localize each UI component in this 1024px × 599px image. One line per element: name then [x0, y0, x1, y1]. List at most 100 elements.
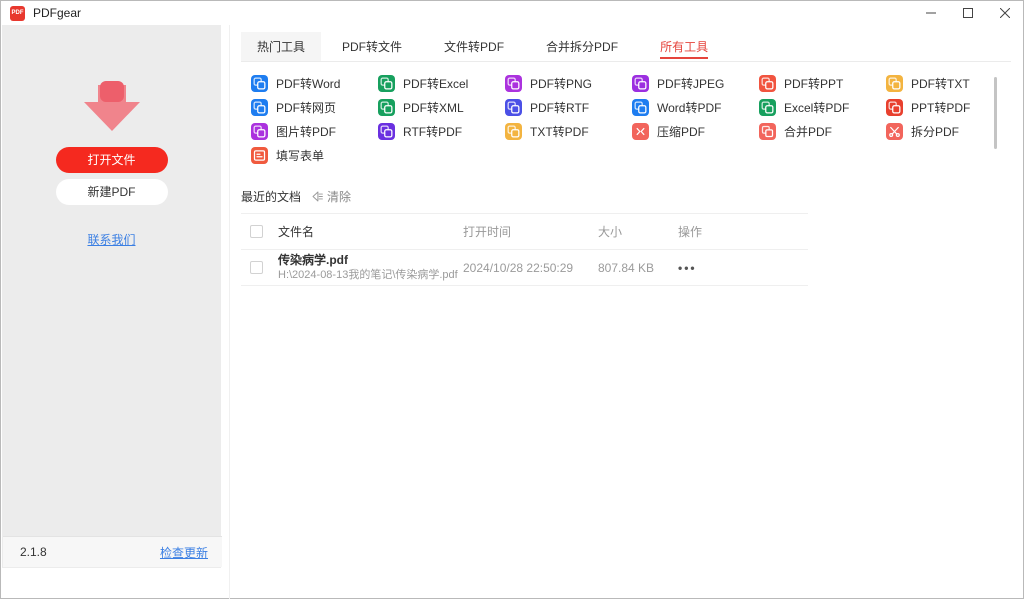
contact-us-link[interactable]: 联系我们 — [2, 231, 221, 248]
table-header-row: 文件名 打开时间 大小 操作 — [241, 214, 808, 250]
check-update-link[interactable]: 检查更新 — [160, 544, 208, 561]
tool-label: RTF转PDF — [403, 123, 462, 140]
app-logo-icon: PDF — [10, 6, 25, 21]
convert-icon — [759, 75, 776, 92]
row-actions-menu[interactable]: ••• — [678, 261, 697, 275]
tool-item-7[interactable]: PDF转网页 — [251, 95, 378, 119]
row-checkbox[interactable] — [250, 261, 263, 274]
select-all-checkbox[interactable] — [250, 225, 263, 238]
tool-label: PDF转网页 — [276, 99, 336, 116]
tool-label: PPT转PDF — [911, 99, 970, 116]
tool-label: PDF转PNG — [530, 75, 592, 92]
convert-icon — [505, 123, 522, 140]
tab-label: 热门工具 — [257, 38, 305, 55]
tool-item-4[interactable]: PDF转JPEG — [632, 71, 759, 95]
tab-4[interactable]: 合并拆分PDF — [525, 32, 639, 61]
tool-label: TXT转PDF — [530, 123, 589, 140]
maximize-button[interactable] — [949, 1, 986, 25]
compress-icon — [632, 123, 649, 140]
tool-item-15[interactable]: TXT转PDF — [505, 119, 632, 143]
recent-docs-table: 文件名 打开时间 大小 操作 传染病学.pdfH:\2024-08-13我的笔记… — [241, 213, 808, 286]
open-file-button[interactable]: 打开文件 — [56, 147, 168, 173]
tab-label: 文件转PDF — [444, 38, 504, 55]
drop-file-arrow-icon — [74, 79, 150, 135]
split-icon — [886, 123, 903, 140]
tool-label: 拆分PDF — [911, 123, 959, 140]
main-content: 热门工具PDF转文件文件转PDF合并拆分PDF所有工具 PDF转WordPDF转… — [241, 32, 1011, 286]
tools-grid: PDF转Word PDF转Excel PDF转PNG PDF转JPEG PDF转PPT P… — [251, 71, 1011, 167]
tool-item-2[interactable]: PDF转Excel — [378, 71, 505, 95]
clear-broom-icon — [311, 190, 324, 203]
tool-item-14[interactable]: RTF转PDF — [378, 119, 505, 143]
sidebar: 打开文件 新建PDF 联系我们 2.1.8 检查更新 — [2, 25, 221, 568]
merge-icon — [759, 123, 776, 140]
tool-item-1[interactable]: PDF转Word — [251, 71, 378, 95]
title-bar: PDF PDFgear — [1, 1, 1023, 25]
tab-label: 所有工具 — [660, 38, 708, 55]
tool-label: PDF转TXT — [911, 75, 970, 92]
convert-icon — [886, 99, 903, 116]
recent-docs-header: 最近的文档 清除 — [241, 188, 1011, 205]
convert-icon — [886, 75, 903, 92]
tool-item-9[interactable]: PDF转RTF — [505, 95, 632, 119]
new-pdf-button[interactable]: 新建PDF — [56, 179, 168, 205]
tool-label: PDF转XML — [403, 99, 464, 116]
app-window: PDF PDFgear 打开文件 新建PDF 联系我们 2.1.8 检查更新 — [0, 0, 1024, 599]
file-size: 807.84 KB — [598, 261, 678, 275]
file-path: H:\2024-08-13我的笔记\传染病学.pdf — [278, 268, 463, 282]
tool-item-8[interactable]: PDF转XML — [378, 95, 505, 119]
convert-icon — [378, 75, 395, 92]
convert-icon — [251, 123, 268, 140]
convert-icon — [251, 75, 268, 92]
clear-label: 清除 — [327, 188, 351, 205]
tool-item-3[interactable]: PDF转PNG — [505, 71, 632, 95]
tool-label: Excel转PDF — [784, 99, 849, 116]
convert-icon — [632, 99, 649, 116]
tool-item-10[interactable]: Word转PDF — [632, 95, 759, 119]
table-body: 传染病学.pdfH:\2024-08-13我的笔记\传染病学.pdf2024/1… — [241, 250, 808, 286]
tool-item-19[interactable]: 填写表单 — [251, 143, 378, 167]
tool-label: Word转PDF — [657, 99, 721, 116]
tool-label: 合并PDF — [784, 123, 832, 140]
tool-item-17[interactable]: 合并PDF — [759, 119, 886, 143]
close-button[interactable] — [986, 1, 1023, 25]
file-cell: 传染病学.pdfH:\2024-08-13我的笔记\传染病学.pdf — [278, 253, 463, 282]
clear-recent-button[interactable]: 清除 — [311, 188, 351, 205]
tool-label: PDF转JPEG — [657, 75, 724, 92]
tool-label: 图片转PDF — [276, 123, 336, 140]
convert-icon — [378, 123, 395, 140]
window-controls — [912, 1, 1023, 25]
tool-label: PDF转PPT — [784, 75, 843, 92]
column-header-opened: 打开时间 — [463, 223, 598, 240]
tool-item-16[interactable]: 压缩PDF — [632, 119, 759, 143]
tool-label: 压缩PDF — [657, 123, 705, 140]
tool-item-13[interactable]: 图片转PDF — [251, 119, 378, 143]
vertical-scrollbar-thumb[interactable] — [994, 77, 997, 149]
tool-label: PDF转RTF — [530, 99, 589, 116]
tab-bar: 热门工具 PDF转文件 文件转PDF 合并拆分PDF 所有工具 — [241, 32, 1011, 62]
convert-icon — [632, 75, 649, 92]
sidebar-footer: 2.1.8 检查更新 — [3, 536, 222, 567]
recent-docs-title: 最近的文档 — [241, 188, 301, 205]
tool-item-5[interactable]: PDF转PPT — [759, 71, 886, 95]
form-icon — [251, 147, 268, 164]
opened-time: 2024/10/28 22:50:29 — [463, 261, 598, 275]
window-title: PDFgear — [33, 6, 81, 20]
sidebar-content-divider — [229, 25, 230, 599]
tool-item-11[interactable]: Excel转PDF — [759, 95, 886, 119]
convert-icon — [378, 99, 395, 116]
tool-label: PDF转Excel — [403, 75, 468, 92]
tab-3[interactable]: 文件转PDF — [423, 32, 525, 61]
file-name: 传染病学.pdf — [278, 253, 463, 268]
tab-label: PDF转文件 — [342, 38, 402, 55]
column-header-size: 大小 — [598, 223, 678, 240]
tab-2[interactable]: PDF转文件 — [321, 32, 423, 61]
minimize-button[interactable] — [912, 1, 949, 25]
column-header-actions: 操作 — [678, 223, 748, 240]
tool-label: PDF转Word — [276, 75, 340, 92]
tab-5[interactable]: 所有工具 — [639, 32, 729, 61]
tab-1[interactable]: 热门工具 — [241, 32, 321, 61]
column-header-filename: 文件名 — [278, 223, 463, 240]
table-row[interactable]: 传染病学.pdfH:\2024-08-13我的笔记\传染病学.pdf2024/1… — [241, 250, 808, 286]
convert-icon — [505, 75, 522, 92]
